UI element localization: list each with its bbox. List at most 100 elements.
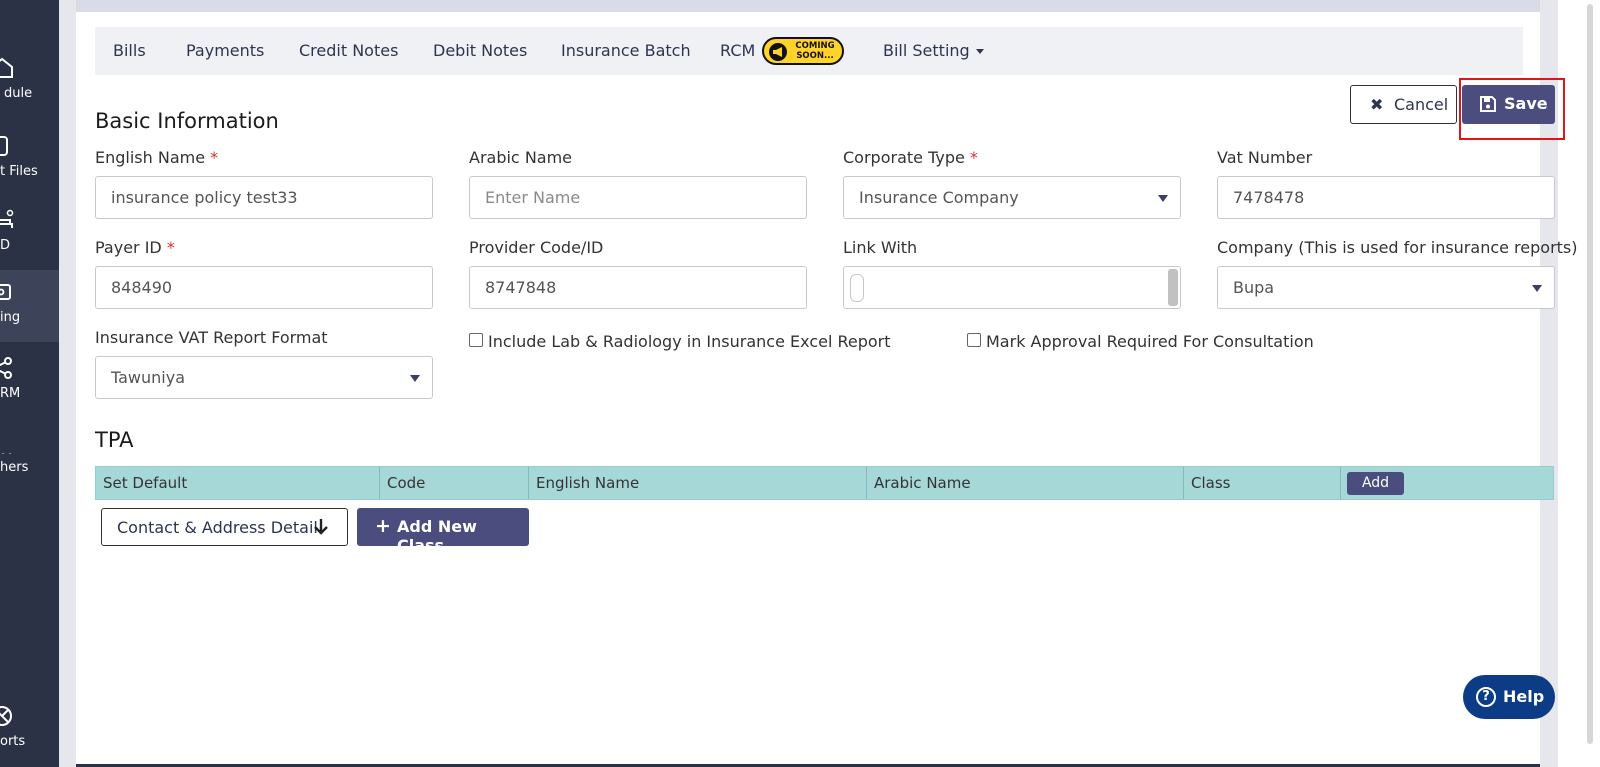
sidebar-item-schedule[interactable]: dule <box>0 46 59 118</box>
caret-down-icon <box>975 49 984 54</box>
help-button[interactable]: ? Help <box>1463 675 1555 719</box>
payer-id-value: 848490 <box>111 278 173 297</box>
required-marker: * <box>166 238 175 257</box>
company-label: Company (This is used for insurance repo… <box>1217 238 1578 257</box>
english-name-input[interactable]: insurance policy test33 <box>95 176 433 219</box>
close-icon: ✖ <box>1370 95 1384 114</box>
column-header-code: Code <box>380 467 529 499</box>
scrollbar-thumb[interactable] <box>1587 4 1593 744</box>
dropdown-arrow-icon <box>1532 285 1542 292</box>
coming-soon-text: COMING SOON... <box>791 41 839 61</box>
contact-address-detail-label: Contact & Address Detail <box>117 518 318 537</box>
tab-rcm[interactable]: RCM <box>720 41 755 60</box>
vat-report-format-value: Tawuniya <box>111 368 186 387</box>
sidebar-item-reports[interactable]: orts <box>0 694 59 766</box>
column-header-arabic-name: Arabic Name <box>867 467 1184 499</box>
add-new-class-button[interactable]: + Add New Class <box>357 508 529 555</box>
contact-address-detail-button[interactable]: Contact & Address Detail <box>101 508 348 546</box>
dropdown-arrow-icon <box>1158 195 1168 202</box>
files-icon <box>0 136 8 156</box>
billing-icon <box>0 284 11 300</box>
mark-approval-label: Mark Approval Required For Consultation <box>986 332 1314 351</box>
required-marker: * <box>210 148 219 167</box>
question-icon: ? <box>1476 687 1496 707</box>
tab-payments[interactable]: Payments <box>186 41 264 60</box>
header-banner-strip <box>76 0 1540 12</box>
column-header-class: Class <box>1184 467 1341 499</box>
home-icon <box>0 57 13 78</box>
link-with-multiselect[interactable] <box>843 266 1181 309</box>
column-header-english-name: English Name <box>529 467 867 499</box>
sidebar-item-crm[interactable]: RM <box>0 346 59 418</box>
corporate-type-select[interactable]: Insurance Company <box>843 176 1181 219</box>
corporate-type-value: Insurance Company <box>859 188 1019 207</box>
save-button[interactable]: Save <box>1462 85 1555 124</box>
reports-icon <box>0 706 12 726</box>
help-button-label: Help <box>1503 687 1545 706</box>
company-select[interactable]: Bupa <box>1217 266 1555 309</box>
tab-bill-setting[interactable]: Bill Setting <box>883 41 984 60</box>
arrow-down-icon <box>314 519 328 535</box>
page-gutter <box>59 0 76 767</box>
coming-soon-line2: SOON... <box>796 51 834 61</box>
company-value: Bupa <box>1233 278 1275 297</box>
add-new-class-label: Add New Class <box>397 517 477 555</box>
cancel-button-label: Cancel <box>1394 95 1449 114</box>
tab-debit-notes[interactable]: Debit Notes <box>433 41 527 60</box>
tpa-add-button[interactable]: Add <box>1347 472 1404 495</box>
sidebar-item-label: D <box>0 238 11 253</box>
include-lab-checkbox[interactable] <box>469 333 483 347</box>
vat-number-value: 7478478 <box>1233 188 1305 207</box>
vat-report-format-label: Insurance VAT Report Format <box>95 328 328 347</box>
billing-tabs: Bills Payments Credit Notes Debit Notes … <box>95 27 1523 75</box>
tab-bills[interactable]: Bills <box>113 41 146 60</box>
provider-code-input[interactable]: 8747848 <box>469 266 807 309</box>
network-icon <box>0 357 12 379</box>
section-title-basic-information: Basic Information <box>95 109 279 133</box>
more-icon <box>1 453 12 454</box>
link-with-search-box[interactable] <box>850 274 864 302</box>
coming-soon-line1: COMING <box>795 41 835 51</box>
provider-code-value: 8747848 <box>485 278 557 297</box>
arabic-name-placeholder: Enter Name <box>485 188 581 207</box>
mark-approval-checkbox[interactable] <box>967 333 981 347</box>
payer-id-label-text: Payer ID <box>95 238 162 257</box>
english-name-label: English Name * <box>95 148 218 167</box>
coming-soon-badge: COMING SOON... <box>762 37 844 65</box>
link-with-scrollbar[interactable] <box>1168 269 1178 306</box>
tab-bill-setting-label: Bill Setting <box>883 41 970 60</box>
provider-code-label: Provider Code/ID <box>469 238 604 257</box>
bed-icon <box>0 209 14 228</box>
link-with-label: Link With <box>843 238 918 257</box>
sidebar-item-billing[interactable]: ing <box>0 270 59 342</box>
sidebar-item-label: ing <box>0 310 21 325</box>
required-marker: * <box>969 148 978 167</box>
corporate-type-label: Corporate Type * <box>843 148 978 167</box>
arabic-name-input[interactable]: Enter Name <box>469 176 807 219</box>
tab-credit-notes[interactable]: Credit Notes <box>299 41 398 60</box>
save-button-label: Save <box>1504 94 1548 113</box>
vat-number-input[interactable]: 7478478 <box>1217 176 1555 219</box>
plus-icon: + <box>375 515 391 537</box>
english-name-value: insurance policy test33 <box>111 188 298 207</box>
sidebar-item-others[interactable]: hers <box>0 420 59 492</box>
megaphone-icon <box>769 43 787 61</box>
cancel-button[interactable]: ✖ Cancel <box>1350 85 1457 124</box>
tpa-table-header: Set Default Code English Name Arabic Nam… <box>95 466 1554 500</box>
floppy-disk-icon <box>1480 96 1496 112</box>
corporate-type-label-text: Corporate Type <box>843 148 965 167</box>
section-title-tpa: TPA <box>95 428 134 452</box>
sidebar: dule t Files D ing RM hers orts <box>0 0 59 767</box>
payer-id-input[interactable]: 848490 <box>95 266 433 309</box>
english-name-label-text: English Name <box>95 148 206 167</box>
sidebar-item-ipd[interactable]: D <box>0 198 59 270</box>
dropdown-arrow-icon <box>410 375 420 382</box>
vat-number-label: Vat Number <box>1217 148 1313 167</box>
sidebar-item-label: orts <box>0 734 26 749</box>
sidebar-item-label: hers <box>0 460 29 475</box>
arabic-name-label: Arabic Name <box>469 148 573 167</box>
payer-id-label: Payer ID * <box>95 238 175 257</box>
vat-report-format-select[interactable]: Tawuniya <box>95 356 433 399</box>
tab-insurance-batch[interactable]: Insurance Batch <box>561 41 691 60</box>
sidebar-item-patient-files[interactable]: t Files <box>0 124 59 196</box>
